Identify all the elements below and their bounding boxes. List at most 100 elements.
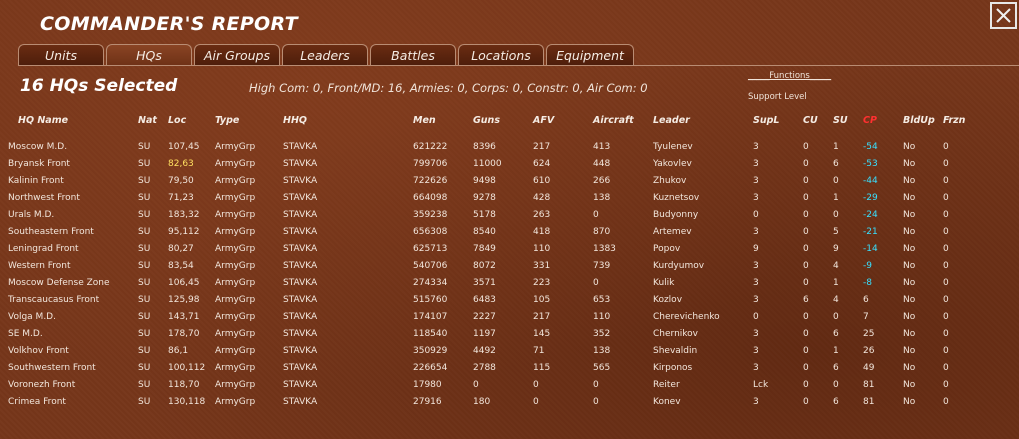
- nat-cell: SU: [138, 295, 151, 305]
- supl-cell: 3: [753, 295, 759, 305]
- column-header-afv[interactable]: AFV: [533, 115, 554, 126]
- table-row[interactable]: Bryansk Front SU 82,63 ArmyGrp STAVKA 799706 1…: [0, 158, 1019, 175]
- cu-cell: 0: [803, 312, 809, 322]
- column-header-su[interactable]: SU: [833, 115, 848, 126]
- column-header-hhq[interactable]: HHQ: [283, 115, 307, 126]
- su-cell: 6: [833, 397, 839, 407]
- type-cell: ArmyGrp: [215, 142, 256, 152]
- table-row[interactable]: Moscow M.D. SU 107,45 ArmyGrp STAVKA 621222 83…: [0, 141, 1019, 158]
- column-header-guns[interactable]: Guns: [473, 115, 500, 126]
- bldup-cell: No: [903, 244, 916, 254]
- bldup-cell: No: [903, 142, 916, 152]
- supl-cell: 0: [753, 312, 759, 322]
- frzn-cell: 0: [943, 159, 949, 169]
- nat-cell: SU: [138, 159, 151, 169]
- leader-cell: Chernikov: [653, 329, 698, 339]
- hq-name-cell: Western Front: [8, 261, 71, 271]
- leader-cell: Zhukov: [653, 176, 687, 186]
- table-row[interactable]: Western Front SU 83,54 ArmyGrp STAVKA 540706 8…: [0, 260, 1019, 277]
- loc-cell: 178,70: [168, 329, 200, 339]
- tab-locations[interactable]: Locations: [458, 44, 544, 65]
- table-row[interactable]: Urals M.D. SU 183,32 ArmyGrp STAVKA 359238 517…: [0, 209, 1019, 226]
- table-row[interactable]: Crimea Front SU 130,118 ArmyGrp STAVKA 27916 1…: [0, 396, 1019, 413]
- tab-leaders[interactable]: Leaders: [282, 44, 368, 65]
- table-row[interactable]: Transcaucasus Front SU 125,98 ArmyGrp STAVKA…: [0, 294, 1019, 311]
- bldup-cell: No: [903, 329, 916, 339]
- hhq-cell: STAVKA: [283, 346, 318, 356]
- column-header-frzn[interactable]: Frzn: [943, 115, 965, 126]
- supl-cell: 9: [753, 244, 759, 254]
- column-header-leader[interactable]: Leader: [653, 115, 690, 126]
- tab-battles[interactable]: Battles: [370, 44, 456, 65]
- column-header-hq-name[interactable]: HQ Name: [18, 115, 68, 126]
- hhq-cell: STAVKA: [283, 244, 318, 254]
- guns-cell: 8540: [473, 227, 496, 237]
- hq-name-cell: Volga M.D.: [8, 312, 56, 322]
- column-header-cp[interactable]: CP: [863, 115, 877, 126]
- tab-equipment[interactable]: Equipment: [546, 44, 634, 65]
- tab-air-groups[interactable]: Air Groups: [194, 44, 280, 65]
- loc-cell: 118,70: [168, 380, 200, 390]
- su-cell: 0: [833, 380, 839, 390]
- type-cell: ArmyGrp: [215, 244, 256, 254]
- su-cell: 6: [833, 363, 839, 373]
- afv-cell: 217: [533, 142, 551, 152]
- table-row[interactable]: Leningrad Front SU 80,27 ArmyGrp STAVKA 62571…: [0, 243, 1019, 260]
- leader-cell: Shevaldin: [653, 346, 698, 356]
- column-header-loc[interactable]: Loc: [168, 115, 186, 126]
- afv-cell: 110: [533, 244, 551, 254]
- frzn-cell: 0: [943, 346, 949, 356]
- column-header-men[interactable]: Men: [413, 115, 436, 126]
- supl-cell: 3: [753, 227, 759, 237]
- support-level-toggle[interactable]: Support Level: [748, 92, 807, 102]
- nat-cell: SU: [138, 346, 151, 356]
- afv-cell: 428: [533, 193, 551, 203]
- hq-name-cell: SE M.D.: [8, 329, 43, 339]
- frzn-cell: 0: [943, 363, 949, 373]
- table-row[interactable]: Kalinin Front SU 79,50 ArmyGrp STAVKA 722626 9…: [0, 175, 1019, 192]
- supl-cell: 3: [753, 363, 759, 373]
- supl-cell: 3: [753, 193, 759, 203]
- table-row[interactable]: Southwestern Front SU 100,112 ArmyGrp STAVKA…: [0, 362, 1019, 379]
- cp-cell: -8: [863, 278, 872, 288]
- column-header-supl[interactable]: SupL: [753, 115, 779, 126]
- type-cell: ArmyGrp: [215, 329, 256, 339]
- su-cell: 4: [833, 261, 839, 271]
- column-header-nat[interactable]: Nat: [138, 115, 157, 126]
- aircraft-cell: 138: [593, 193, 611, 203]
- table-row[interactable]: Northwest Front SU 71,23 ArmyGrp STAVKA 66409…: [0, 192, 1019, 209]
- table-row[interactable]: SE M.D. SU 178,70 ArmyGrp STAVKA 118540 1197 14…: [0, 328, 1019, 345]
- close-button[interactable]: [990, 2, 1017, 29]
- nat-cell: SU: [138, 176, 151, 186]
- men-cell: 359238: [413, 210, 448, 220]
- table-row[interactable]: Volga M.D. SU 143,71 ArmyGrp STAVKA 174107 222…: [0, 311, 1019, 328]
- guns-cell: 9498: [473, 176, 496, 186]
- table-row[interactable]: Moscow Defense Zone SU 106,45 ArmyGrp STAVKA…: [0, 277, 1019, 294]
- table-row[interactable]: Volkhov Front SU 86,1 ArmyGrp STAVKA 350929 44…: [0, 345, 1019, 362]
- guns-cell: 9278: [473, 193, 496, 203]
- table-row[interactable]: Southeastern Front SU 95,112 ArmyGrp STAVKA 6…: [0, 226, 1019, 243]
- type-cell: ArmyGrp: [215, 193, 256, 203]
- hhq-cell: STAVKA: [283, 397, 318, 407]
- column-header-cu[interactable]: CU: [803, 115, 818, 126]
- cp-cell: 7: [863, 312, 869, 322]
- cp-cell: 6: [863, 295, 869, 305]
- loc-cell: 80,27: [168, 244, 194, 254]
- frzn-cell: 0: [943, 329, 949, 339]
- nat-cell: SU: [138, 193, 151, 203]
- loc-cell: 130,118: [168, 397, 206, 407]
- cp-cell: -29: [863, 193, 878, 203]
- tab-hqs[interactable]: HQs: [106, 44, 192, 65]
- column-header-bldup[interactable]: BldUp: [903, 115, 935, 126]
- tab-units[interactable]: Units: [18, 44, 104, 65]
- leader-cell: Budyonny: [653, 210, 699, 220]
- guns-cell: 2227: [473, 312, 496, 322]
- type-cell: ArmyGrp: [215, 397, 256, 407]
- nat-cell: SU: [138, 142, 151, 152]
- column-header-type[interactable]: Type: [215, 115, 239, 126]
- column-header-aircraft[interactable]: Aircraft: [593, 115, 634, 126]
- bldup-cell: No: [903, 397, 916, 407]
- supl-cell: 3: [753, 278, 759, 288]
- table-row[interactable]: Voronezh Front SU 118,70 ArmyGrp STAVKA 17980…: [0, 379, 1019, 396]
- frzn-cell: 0: [943, 176, 949, 186]
